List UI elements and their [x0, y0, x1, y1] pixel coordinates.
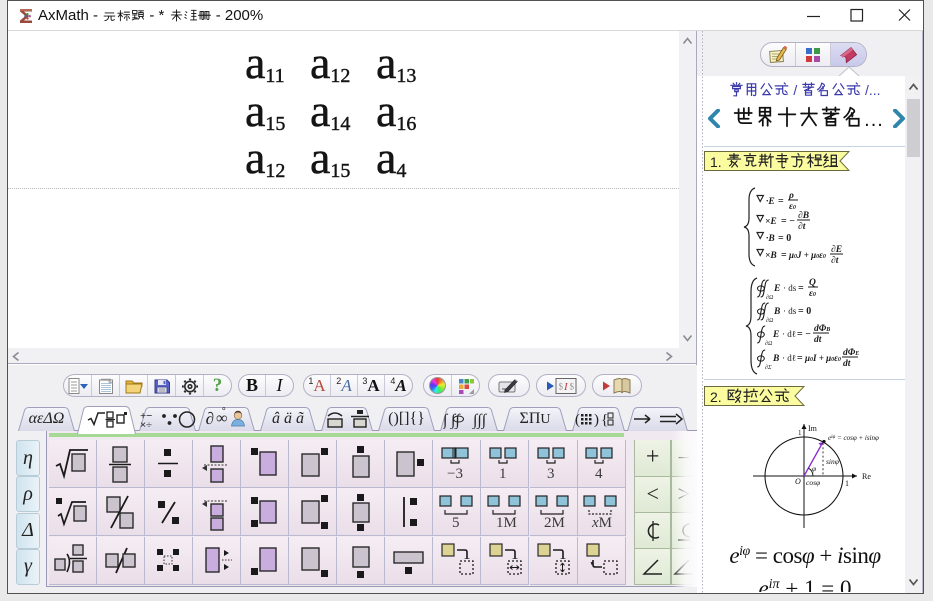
svg-text:·B: ·B	[766, 234, 775, 244]
svg-text:ρ: ρ	[788, 191, 794, 201]
svg-text:ε0: ε0	[809, 289, 816, 299]
svg-text:=: =	[797, 353, 803, 364]
svg-text:×B: ×B	[765, 251, 777, 261]
svg-text:{: {	[601, 412, 608, 428]
svg-text:∂Ω: ∂Ω	[765, 340, 773, 347]
svg-text:· dℓ: · dℓ	[782, 353, 796, 363]
svg-text:= −: = −	[797, 329, 811, 340]
svg-text:B: B	[773, 307, 780, 317]
svg-text:= −: = −	[781, 216, 795, 227]
svg-text:=: =	[781, 250, 787, 261]
svg-text:∂Σ: ∂Σ	[765, 364, 772, 371]
svg-text:dΦB: dΦB	[814, 324, 830, 334]
svg-text:∂t: ∂t	[798, 222, 806, 232]
svg-text:= 0: = 0	[778, 233, 791, 244]
svg-text:dt: dt	[843, 359, 851, 369]
svg-text:$: $	[559, 381, 564, 391]
svg-text:·E: ·E	[766, 197, 775, 207]
svg-text:E: E	[773, 284, 780, 294]
svg-text:cosφ: cosφ	[806, 478, 820, 487]
svg-text:1: 1	[798, 429, 802, 437]
svg-text:5: 5	[452, 515, 460, 531]
svg-text:· ds: · ds	[783, 283, 797, 293]
svg-text:∫∫: ∫∫	[450, 412, 461, 429]
svg-text:∂B: ∂B	[798, 211, 809, 221]
svg-text:∂Ω: ∂Ω	[766, 294, 774, 301]
svg-text:Re: Re	[862, 472, 871, 481]
svg-text:dt: dt	[814, 335, 822, 345]
svg-text:O: O	[795, 477, 801, 486]
svg-text:∫: ∫	[443, 412, 449, 429]
svg-text:∫∫∫: ∫∫∫	[472, 412, 488, 429]
svg-text:Im: Im	[808, 424, 818, 433]
svg-text:=: =	[798, 283, 804, 294]
svg-text:μ0J + μ0ε0: μ0J + μ0ε0	[788, 250, 826, 260]
svg-text:ε0: ε0	[789, 202, 796, 212]
svg-text:eiφ = cosφ + isinφ: eiφ = cosφ + isinφ	[828, 434, 879, 442]
svg-text:φ: φ	[812, 464, 816, 473]
svg-text:∂Ω: ∂Ω	[766, 317, 774, 324]
svg-text:2M: 2M	[544, 515, 565, 531]
svg-text:3: 3	[547, 466, 555, 482]
svg-text:= 0: = 0	[798, 306, 811, 317]
svg-text:4: 4	[595, 466, 603, 482]
svg-text:$: $	[570, 381, 575, 391]
svg-text:(: (	[575, 412, 580, 428]
svg-text:1: 1	[499, 466, 507, 482]
svg-text:E: E	[772, 330, 779, 340]
svg-text:×E: ×E	[765, 217, 777, 227]
svg-text:1: 1	[845, 479, 849, 488]
svg-text:−3: −3	[447, 466, 463, 482]
svg-text:∂E: ∂E	[831, 245, 842, 255]
svg-text:1M: 1M	[496, 515, 517, 531]
svg-text:dΦE: dΦE	[843, 348, 859, 358]
svg-text:): )	[594, 412, 599, 428]
svg-text:∂t: ∂t	[831, 256, 839, 266]
svg-text:B: B	[772, 354, 779, 364]
svg-text:μ0I + μ0ε0: μ0I + μ0ε0	[804, 353, 841, 363]
svg-text:xM: xM	[591, 515, 612, 531]
svg-text:· ds: · ds	[783, 306, 797, 316]
svg-text:×÷: ×÷	[140, 419, 152, 429]
svg-text:sinφ: sinφ	[826, 457, 839, 466]
svg-text:· dℓ: · dℓ	[782, 329, 796, 339]
svg-text:=: =	[778, 196, 784, 207]
svg-text:Q: Q	[809, 278, 816, 288]
